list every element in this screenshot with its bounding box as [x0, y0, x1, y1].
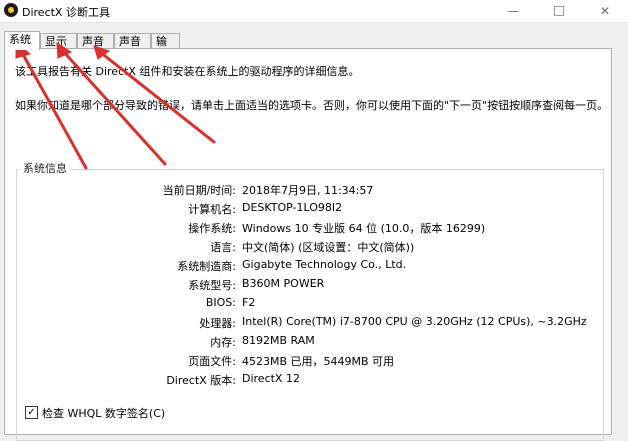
info-label: 语言:: [210, 241, 236, 254]
minimize-icon: —: [507, 4, 519, 18]
info-row-model: 系统型号: B360M POWER: [0, 277, 628, 293]
check-icon: ✓: [27, 407, 36, 418]
info-row-bios: BIOS: F2: [0, 296, 628, 312]
close-button[interactable]: ✕: [582, 0, 628, 22]
tab-system[interactable]: 系统: [4, 31, 40, 50]
info-value: 2018年7月9日, 11:34:57: [242, 184, 374, 197]
info-value: Windows 10 专业版 64 位 (10.0，版本 16299): [242, 222, 486, 235]
window-title: DirectX 诊断工具: [22, 6, 110, 19]
info-row-manufacturer: 系统制造商: Gigabyte Technology Co., Ltd.: [0, 258, 628, 274]
tab-sound-2[interactable]: 声音 2: [114, 33, 151, 64]
info-row-directx-version: DirectX 版本: DirectX 12: [0, 372, 628, 388]
info-value: 中文(简体) (区域设置：中文(简体)): [242, 241, 415, 254]
intro-text-line1: 该工具报告有关 DirectX 组件和安装在系统上的驱动程序的详细信息。: [15, 65, 360, 78]
tab-input[interactable]: 输入: [151, 33, 180, 64]
info-label: 系统型号:: [188, 279, 236, 292]
info-label: 内存:: [210, 336, 236, 349]
maximize-button[interactable]: [536, 0, 582, 22]
info-row-memory: 内存: 8192MB RAM: [0, 334, 628, 350]
info-label: 计算机名:: [188, 203, 236, 216]
info-value: DESKTOP-1LO98I2: [242, 201, 343, 214]
system-info-group-title: 系统信息: [19, 160, 71, 176]
intro-text-line2: 如果你知道是哪个部分导致的错误，请单击上面适当的选项卡。否则，你可以使用下面的"…: [15, 99, 609, 112]
info-row-language: 语言: 中文(简体) (区域设置：中文(简体)): [0, 239, 628, 255]
info-label: 处理器:: [199, 317, 236, 330]
whql-checkbox[interactable]: ✓: [25, 406, 38, 419]
info-row-computer-name: 计算机名: DESKTOP-1LO98I2: [0, 201, 628, 217]
info-label: 当前日期/时间:: [162, 184, 236, 197]
minimize-button[interactable]: —: [490, 0, 536, 22]
title-bar: DirectX 诊断工具 — ✕: [0, 0, 628, 23]
info-label: 页面文件:: [188, 355, 236, 368]
whql-checkbox-label[interactable]: 检查 WHQL 数字签名(C): [42, 405, 165, 421]
info-label: BIOS:: [205, 296, 236, 309]
info-value: 4523MB 已用，5449MB 可用: [242, 355, 395, 368]
info-value: Intel(R) Core(TM) i7-8700 CPU @ 3.20GHz …: [242, 315, 587, 328]
info-row-processor: 处理器: Intel(R) Core(TM) i7-8700 CPU @ 3.2…: [0, 315, 628, 331]
info-label: 系统制造商:: [177, 260, 236, 273]
info-value: DirectX 12: [242, 372, 300, 385]
info-value: B360M POWER: [242, 277, 325, 290]
info-label: DirectX 版本:: [166, 374, 236, 387]
maximize-icon: [554, 6, 564, 16]
directx-icon: [4, 3, 18, 17]
tab-sound-1[interactable]: 声音 1: [77, 33, 114, 64]
tab-display[interactable]: 显示: [40, 33, 77, 49]
info-value: 8192MB RAM: [242, 334, 315, 347]
info-row-datetime: 当前日期/时间: 2018年7月9日, 11:34:57: [0, 182, 628, 198]
tab-strip: 系统 显示 声音 1 声音 2 输入: [0, 31, 628, 64]
info-value: F2: [242, 296, 256, 309]
info-row-page-file: 页面文件: 4523MB 已用，5449MB 可用: [0, 353, 628, 369]
close-icon: ✕: [599, 4, 611, 18]
info-value: Gigabyte Technology Co., Ltd.: [242, 258, 407, 271]
info-row-os: 操作系统: Windows 10 专业版 64 位 (10.0，版本 16299…: [0, 220, 628, 236]
info-label: 操作系统:: [188, 222, 236, 235]
